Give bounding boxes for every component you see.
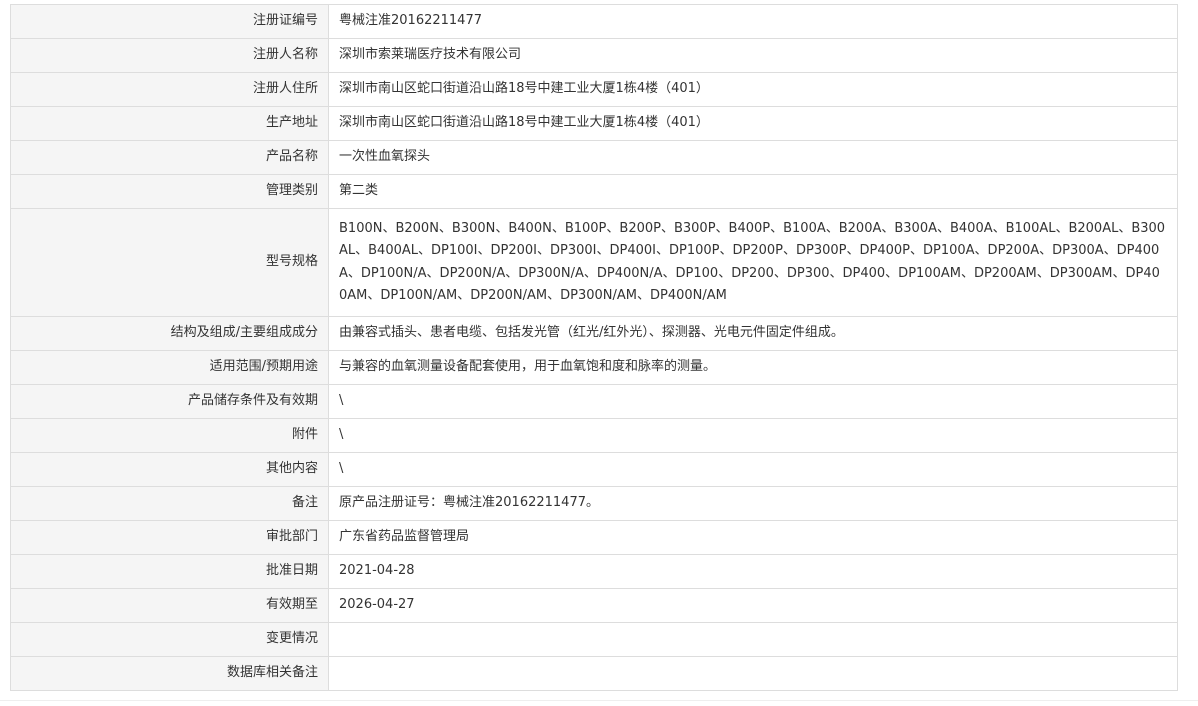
bottom-divider — [0, 700, 1198, 701]
table-row-structure-composition: 结构及组成/主要组成成分 由兼容式插头、患者电缆、包括发光管（红光/红外光）、探… — [10, 316, 1178, 351]
row-value: 与兼容的血氧测量设备配套使用，用于血氧饱和度和脉率的测量。 — [328, 350, 1178, 385]
row-label: 有效期至 — [10, 588, 329, 623]
row-label: 其他内容 — [10, 452, 329, 487]
row-label: 生产地址 — [10, 106, 329, 141]
row-value: 一次性血氧探头 — [328, 140, 1178, 175]
registration-detail-table: 注册证编号 粤械注准20162211477 注册人名称 深圳市索莱瑞医疗技术有限… — [10, 4, 1178, 691]
row-label: 变更情况 — [10, 622, 329, 657]
row-label: 注册人名称 — [10, 38, 329, 73]
row-value: 2021-04-28 — [328, 554, 1178, 589]
table-row-registration-number: 注册证编号 粤械注准20162211477 — [10, 4, 1178, 39]
table-row-intended-use: 适用范围/预期用途 与兼容的血氧测量设备配套使用，用于血氧饱和度和脉率的测量。 — [10, 350, 1178, 385]
row-label: 产品名称 — [10, 140, 329, 175]
row-value: 2026-04-27 — [328, 588, 1178, 623]
table-row-approval-date: 批准日期 2021-04-28 — [10, 554, 1178, 589]
table-row-management-category: 管理类别 第二类 — [10, 174, 1178, 209]
row-label: 附件 — [10, 418, 329, 453]
row-value: 粤械注准20162211477 — [328, 4, 1178, 39]
table-row-storage-conditions: 产品储存条件及有效期 \ — [10, 384, 1178, 419]
row-value: 深圳市索莱瑞医疗技术有限公司 — [328, 38, 1178, 73]
row-label: 管理类别 — [10, 174, 329, 209]
row-label: 适用范围/预期用途 — [10, 350, 329, 385]
table-row-product-name: 产品名称 一次性血氧探头 — [10, 140, 1178, 175]
table-row-approval-department: 审批部门 广东省药品监督管理局 — [10, 520, 1178, 555]
row-value: 深圳市南山区蛇口街道沿山路18号中建工业大厦1栋4楼（401） — [328, 72, 1178, 107]
row-value: 第二类 — [328, 174, 1178, 209]
row-label: 审批部门 — [10, 520, 329, 555]
table-row-other-content: 其他内容 \ — [10, 452, 1178, 487]
row-value: 深圳市南山区蛇口街道沿山路18号中建工业大厦1栋4楼（401） — [328, 106, 1178, 141]
row-label: 数据库相关备注 — [10, 656, 329, 691]
table-row-valid-until: 有效期至 2026-04-27 — [10, 588, 1178, 623]
row-label: 结构及组成/主要组成成分 — [10, 316, 329, 351]
table-row-database-remarks: 数据库相关备注 — [10, 656, 1178, 691]
row-value — [328, 656, 1178, 691]
table-row-registrant-address: 注册人住所 深圳市南山区蛇口街道沿山路18号中建工业大厦1栋4楼（401） — [10, 72, 1178, 107]
row-label: 注册人住所 — [10, 72, 329, 107]
table-row-remarks: 备注 原产品注册证号：粤械注准20162211477。 — [10, 486, 1178, 521]
row-value: 原产品注册证号：粤械注准20162211477。 — [328, 486, 1178, 521]
table-row-production-address: 生产地址 深圳市南山区蛇口街道沿山路18号中建工业大厦1栋4楼（401） — [10, 106, 1178, 141]
table-row-accessories: 附件 \ — [10, 418, 1178, 453]
row-value: \ — [328, 418, 1178, 453]
table-row-model-specification: 型号规格 B100N、B200N、B300N、B400N、B100P、B200P… — [10, 208, 1178, 317]
row-value: \ — [328, 452, 1178, 487]
row-value — [328, 622, 1178, 657]
row-label: 注册证编号 — [10, 4, 329, 39]
row-label: 批准日期 — [10, 554, 329, 589]
table-row-change-status: 变更情况 — [10, 622, 1178, 657]
detail-page: 注册证编号 粤械注准20162211477 注册人名称 深圳市索莱瑞医疗技术有限… — [0, 0, 1198, 706]
row-value: \ — [328, 384, 1178, 419]
table-row-registrant-name: 注册人名称 深圳市索莱瑞医疗技术有限公司 — [10, 38, 1178, 73]
row-label: 备注 — [10, 486, 329, 521]
row-label: 型号规格 — [10, 208, 329, 317]
row-value: 广东省药品监督管理局 — [328, 520, 1178, 555]
row-label: 产品储存条件及有效期 — [10, 384, 329, 419]
row-value: B100N、B200N、B300N、B400N、B100P、B200P、B300… — [328, 208, 1178, 317]
row-value: 由兼容式插头、患者电缆、包括发光管（红光/红外光）、探测器、光电元件固定件组成。 — [328, 316, 1178, 351]
